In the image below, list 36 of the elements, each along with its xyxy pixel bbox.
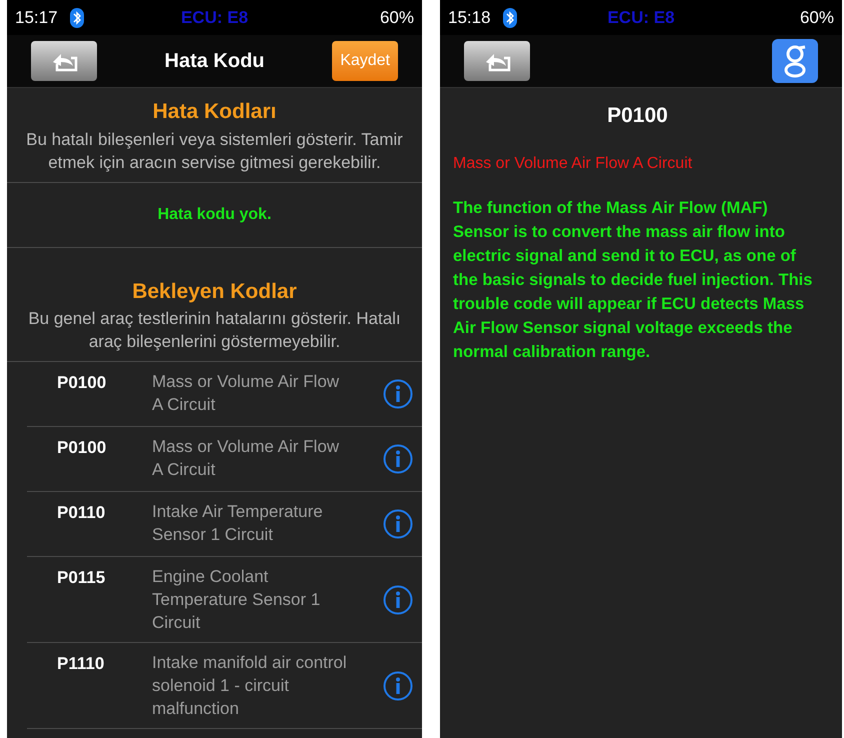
code-description: Mass or Volume Air Flow A Circuit xyxy=(152,436,340,481)
code-description: Mass or Volume Air Flow A Circuit xyxy=(152,371,340,416)
info-icon[interactable] xyxy=(383,444,413,474)
section-title: Bekleyen Kodlar xyxy=(132,278,297,304)
code-name: Mass or Volume Air Flow A Circuit xyxy=(453,154,694,174)
code-label: P1110 xyxy=(56,653,106,675)
info-icon[interactable] xyxy=(383,670,413,700)
section-title: Hata Kodları xyxy=(152,99,276,125)
info-icon[interactable] xyxy=(383,379,413,409)
back-button[interactable] xyxy=(31,41,97,81)
bluetooth-icon xyxy=(502,8,517,28)
bluetooth-icon xyxy=(70,8,84,28)
code-title: P0100 xyxy=(607,103,668,129)
logo-icon[interactable] xyxy=(772,39,818,83)
info-icon[interactable] xyxy=(383,584,413,614)
back-button[interactable] xyxy=(464,41,530,81)
ecu-status: ECU: E8 xyxy=(180,6,250,29)
empty-message: Hata kodu yok. xyxy=(158,204,272,224)
code-label: P0110 xyxy=(56,502,106,524)
page-title: Hata Kodu xyxy=(164,50,264,72)
info-icon[interactable] xyxy=(383,509,413,539)
battery-level: 60% xyxy=(798,6,834,29)
battery-level: 60% xyxy=(378,6,414,29)
ecu-status: ECU: E8 xyxy=(606,6,676,29)
time: 15:17 xyxy=(15,6,58,29)
code-label: P0100 xyxy=(56,372,108,394)
code-description: Intake manifold air control solenoid 1 - circuit malfunction xyxy=(152,652,348,720)
code-explanation: The function of the Mass Air Flow (MAF) Sensor is to convert the mass air flow into electric signal and send it to ECU, as one of the basic signals to decide fuel injection. This trouble code will appear if ECU detects Mass Air Flow Sensor signal voltage exceeds the normal calibration range. xyxy=(453,198,814,362)
section-description: Bu genel araç testlerinin hatalarını gösterir. Hatalı araç bileşenlerini göstermeyebilir. xyxy=(27,308,402,353)
code-label: P0100 xyxy=(56,437,108,459)
code-description: Intake Air Temperature Sensor 1 Circuit xyxy=(152,501,324,546)
code-description: Engine Coolant Temperature Sensor 1 Circuit xyxy=(152,566,322,634)
save-button[interactable]: Kaydet xyxy=(332,41,398,81)
section-description: Bu hatalı bileşenleri veya sistemleri gösterir. Tamir etmek için aracın servise gitmesi gerekebilir. xyxy=(25,128,404,174)
time: 15:18 xyxy=(448,6,491,29)
code-label: P0115 xyxy=(56,567,106,589)
